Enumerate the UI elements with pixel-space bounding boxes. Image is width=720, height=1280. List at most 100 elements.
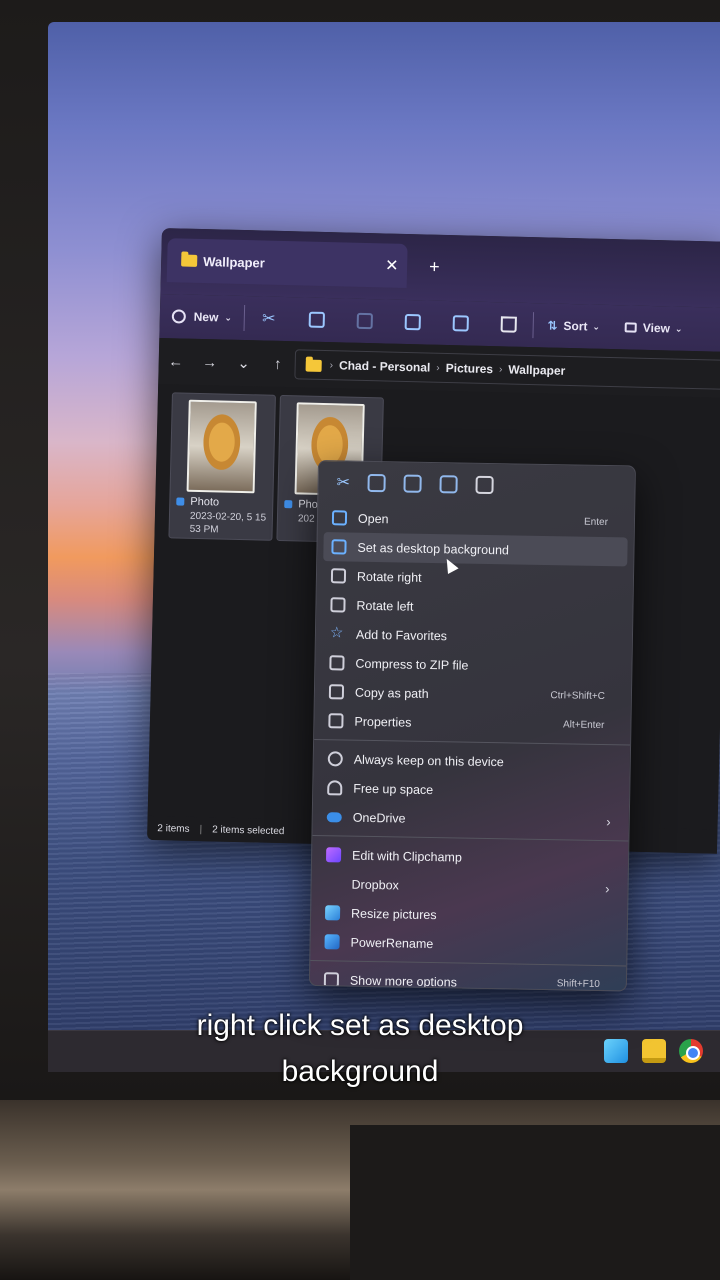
resize-icon: [324, 905, 341, 921]
breadcrumb-item[interactable]: Pictures: [446, 361, 494, 376]
paste-button[interactable]: [340, 298, 389, 343]
context-menu: ✂ Open Enter Set as desktop background R…: [308, 460, 636, 992]
close-tab-icon[interactable]: ✕: [385, 255, 399, 275]
selection-checkbox[interactable]: [284, 500, 293, 509]
menu-item-label: Resize pictures: [350, 906, 437, 922]
folder-icon: [181, 254, 198, 267]
shortcut-hint: Ctrl+Shift+C: [550, 690, 606, 703]
new-label: New: [193, 309, 219, 325]
rotate-left-icon: [330, 597, 346, 613]
item-count: 2 items: [157, 822, 190, 835]
scissors-icon[interactable]: ✂: [336, 472, 350, 492]
recent-locations-icon[interactable]: ⌄: [227, 354, 261, 373]
new-tab-button[interactable]: +: [429, 257, 440, 278]
cloud-check-icon: [327, 751, 343, 767]
menu-item-label: Free up space: [353, 781, 434, 797]
more-options-icon: [323, 972, 340, 988]
menu-item-label: PowerRename: [350, 935, 434, 951]
menu-item-label: Properties: [354, 714, 412, 730]
chevron-down-icon: ⌄: [674, 323, 683, 334]
paste-icon: [356, 312, 373, 330]
clipchamp-icon: [325, 847, 342, 863]
trash-icon[interactable]: [475, 475, 495, 495]
powerrename-icon: [324, 934, 340, 950]
wrench-icon: [328, 713, 344, 729]
context-quick-actions: ✂: [318, 461, 635, 509]
menu-item-properties[interactable]: Properties Alt+Enter: [314, 706, 630, 741]
scissors-icon: ✂: [261, 310, 276, 328]
delete-button[interactable]: [484, 302, 533, 347]
menu-item-label: Dropbox: [351, 877, 399, 892]
menu-item-label: Always keep on this device: [353, 752, 504, 769]
trash-icon: [500, 316, 517, 333]
breadcrumb-item[interactable]: Wallpaper: [508, 363, 565, 378]
menu-item-powerrename[interactable]: PowerRename: [310, 927, 626, 962]
copy-button[interactable]: [292, 297, 341, 342]
menu-item-label: Rotate left: [356, 598, 414, 614]
caption-line-2: background: [281, 1055, 439, 1088]
shortcut-hint: Shift+F10: [556, 978, 600, 990]
menu-item-label: Rotate right: [356, 569, 422, 585]
cloud-icon: [327, 780, 343, 796]
rotate-right-icon: [330, 568, 347, 584]
view-icon: [624, 322, 637, 333]
chevron-right-icon: ›: [329, 359, 334, 371]
copy-path-icon: [328, 684, 345, 700]
breadcrumb[interactable]: › Chad - Personal › Pictures › Wallpaper: [294, 349, 720, 390]
menu-item-label: Compress to ZIP file: [355, 656, 469, 673]
chevron-down-icon: ⌄: [592, 321, 601, 332]
new-button[interactable]: New ⌄: [159, 294, 244, 340]
chevron-right-icon: ›: [498, 363, 503, 375]
sort-label: Sort: [563, 318, 588, 334]
chevron-right-icon: ›: [436, 362, 440, 374]
view-label: View: [642, 320, 671, 336]
file-name: Pho: [298, 498, 319, 511]
zip-icon: [329, 655, 345, 671]
desk-object: [350, 1125, 720, 1280]
file-name: Photo: [190, 495, 220, 509]
menu-item-label: Open: [357, 511, 389, 526]
status-divider: |: [199, 823, 203, 835]
desktop-background-icon: [331, 539, 347, 555]
up-arrow-icon[interactable]: ↑: [261, 355, 295, 373]
menu-item-label: Set as desktop background: [357, 540, 510, 557]
shortcut-hint: Enter: [583, 516, 609, 529]
forward-arrow-icon[interactable]: →: [193, 353, 227, 371]
view-button[interactable]: View ⌄: [613, 305, 694, 351]
share-icon: [452, 315, 469, 332]
plus-circle-icon: [171, 309, 186, 324]
breadcrumb-item[interactable]: Chad - Personal: [339, 358, 431, 374]
copy-icon: [308, 311, 325, 329]
menu-item-label: Show more options: [349, 973, 458, 990]
selected-count: 2 items selected: [212, 823, 285, 837]
shortcut-hint: Alt+Enter: [562, 719, 605, 732]
menu-item-label: Edit with Clipchamp: [351, 848, 462, 865]
rename-icon: [404, 313, 421, 331]
file-date: 2023-02-20, 5 15 53 PM: [189, 510, 267, 536]
open-icon: [331, 510, 348, 526]
share-button[interactable]: [436, 301, 485, 346]
folder-icon: [305, 359, 322, 372]
rename-button[interactable]: [388, 300, 437, 345]
tab-wallpaper[interactable]: Wallpaper ✕: [166, 238, 408, 288]
sort-button[interactable]: ⇅ Sort ⌄: [533, 303, 614, 349]
share-icon[interactable]: [439, 475, 459, 494]
menu-item-label: Copy as path: [354, 685, 429, 701]
file-item[interactable]: Photo 2023-02-20, 5 15 53 PM: [168, 392, 276, 541]
star-icon: ☆: [329, 624, 344, 642]
sort-icon: ⇅: [547, 318, 558, 333]
menu-item-label: OneDrive: [352, 810, 406, 826]
chevron-down-icon: ⌄: [224, 312, 233, 323]
back-arrow-icon[interactable]: ←: [159, 352, 193, 370]
selection-checkbox[interactable]: [176, 497, 185, 506]
menu-item-label: Add to Favorites: [355, 627, 448, 643]
rename-icon[interactable]: [403, 474, 423, 493]
onedrive-icon: [326, 812, 342, 823]
cut-button[interactable]: ✂: [244, 296, 293, 341]
caption-line-1: right click set as desktop: [196, 1009, 524, 1042]
tab-title: Wallpaper: [203, 253, 266, 271]
photo-thumbnail: [186, 399, 257, 494]
chevron-right-icon: ›: [606, 814, 611, 830]
copy-icon[interactable]: [367, 473, 387, 493]
menu-item-onedrive[interactable]: OneDrive ›: [313, 802, 629, 837]
